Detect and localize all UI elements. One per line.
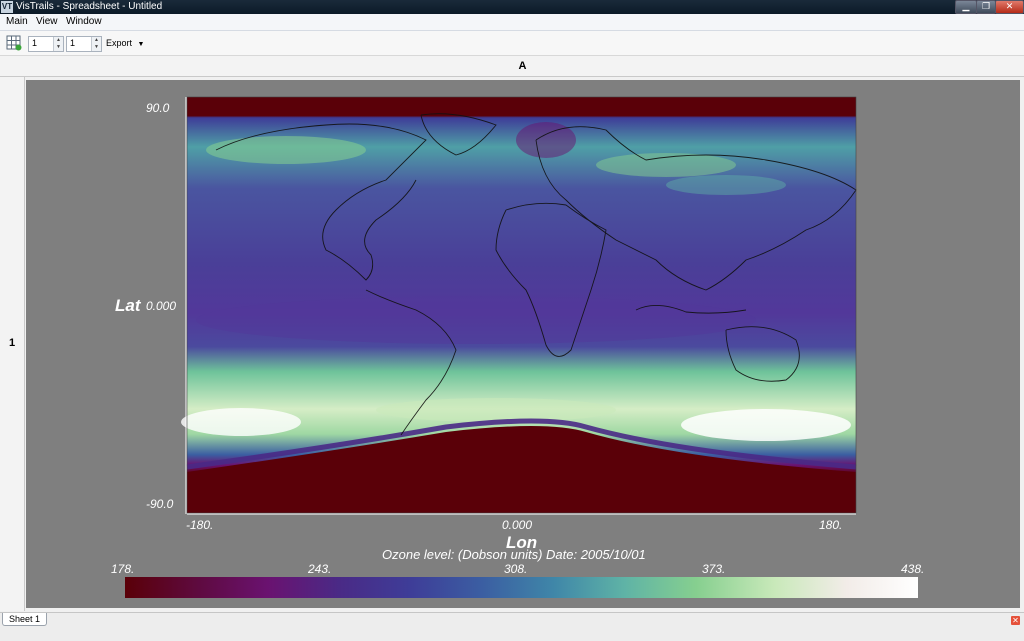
sheet-tab-bar [0, 612, 1024, 641]
title-bar: VT VisTrails - Spreadsheet - Untitled ▁ … [0, 0, 1024, 14]
menu-view[interactable]: View [36, 16, 58, 27]
cols-stepper[interactable]: 1 ▲ ▼ [66, 36, 102, 52]
row-header-bar: 1 [0, 77, 25, 611]
colorbar-tick-2: 243. [308, 562, 332, 576]
export-label: Export [106, 38, 133, 48]
cols-value: 1 [70, 38, 76, 48]
y-tick-bottom: -90.0 [146, 497, 174, 511]
y-tick-mid: 0.000 [146, 299, 177, 313]
colorbar-tick-3: 308. [504, 562, 528, 576]
x-tick-mid: 0.000 [502, 518, 533, 532]
x-tick-right: 180. [819, 518, 843, 532]
app-icon: VT [1, 1, 13, 13]
y-tick-top: 90.0 [146, 101, 170, 115]
chevron-down-icon: ▼ [137, 41, 145, 48]
maximize-button[interactable]: ❐ [976, 0, 996, 14]
plot-caption: Ozone level: (Dobson units) Date: 2005/1… [382, 547, 646, 562]
close-button[interactable]: ✕ [995, 0, 1024, 14]
row-header-1[interactable]: 1 [0, 337, 24, 349]
sheet-grid-icon[interactable] [6, 35, 22, 51]
x-tick-left: -180. [186, 518, 214, 532]
minimize-button[interactable]: ▁ [955, 0, 977, 14]
export-button[interactable]: Export ▼ [106, 38, 144, 48]
rows-stepper[interactable]: 1 ▲ ▼ [28, 36, 64, 52]
column-header-a[interactable]: A [23, 57, 1022, 75]
menu-window[interactable]: Window [66, 16, 102, 27]
rows-stepper-arrows-icon[interactable]: ▲ ▼ [53, 37, 63, 51]
sheet-tab-1[interactable]: Sheet 1 [2, 613, 48, 626]
colorbar [125, 577, 918, 598]
cols-stepper-arrows-icon[interactable]: ▲ ▼ [91, 37, 101, 51]
close-sheet-icon[interactable]: ✕ [1011, 616, 1020, 625]
menu-main[interactable]: Main [6, 16, 28, 27]
ozone-heatmap [181, 97, 857, 513]
colorbar-tick-4: 373. [702, 562, 726, 576]
menu-bar: Main View Window [0, 14, 1024, 31]
colorbar-tick-1: 178. [111, 562, 135, 576]
y-axis-label: Lat [115, 296, 141, 315]
spreadsheet-cell[interactable]: 90.0 0.000 -90.0 Lat -180. 0.000 180. Lo… [26, 80, 1020, 608]
window-title: VisTrails - Spreadsheet - Untitled [16, 1, 163, 12]
rows-value: 1 [32, 38, 38, 48]
toolbar: 1 ▲ ▼ 1 ▲ ▼ Export ▼ [0, 31, 1024, 56]
colorbar-tick-5: 438. [901, 562, 925, 576]
